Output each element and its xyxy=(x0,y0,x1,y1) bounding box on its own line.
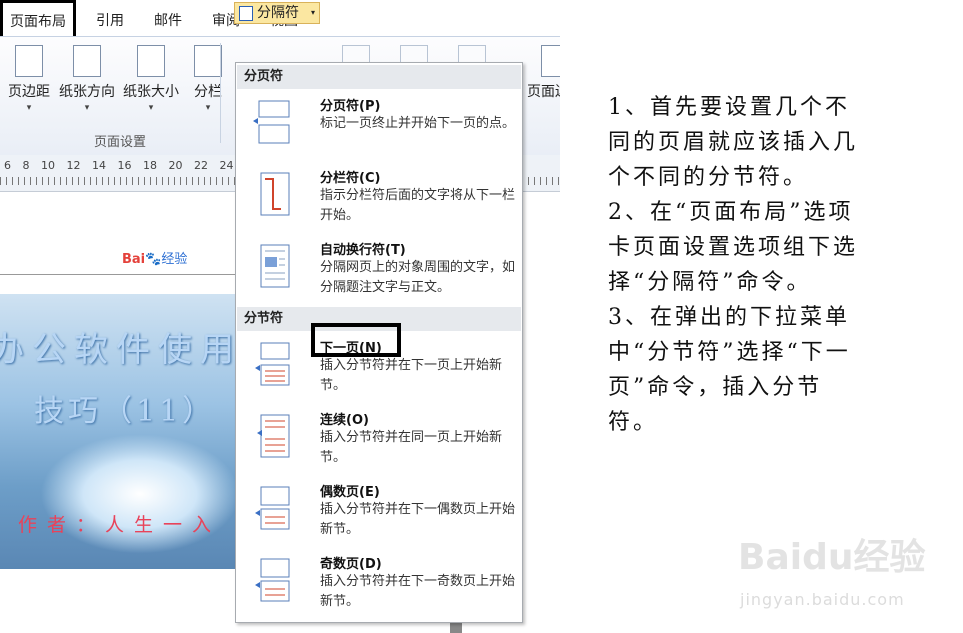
size-label: 纸张大小 xyxy=(123,84,179,100)
column-break-icon xyxy=(260,172,290,216)
even-page-icon xyxy=(255,486,290,530)
chevron-down-icon: ▾ xyxy=(148,103,154,113)
menu-item-title: 偶数页(E) xyxy=(320,485,380,500)
tab-page-layout[interactable]: 页面布局 xyxy=(0,0,76,40)
banner-author: 作者：人生一入 xyxy=(18,514,222,536)
section-header-page-breaks: 分页符 xyxy=(237,65,521,89)
menu-item-title: 连续(O) xyxy=(320,413,369,428)
menu-item-continuous[interactable]: 连续(O) 插入分节符并在同一页上开始新节。 xyxy=(237,405,521,475)
margins-button[interactable]: 页边距 ▾ xyxy=(6,45,52,113)
menu-item-title: 奇数页(D) xyxy=(320,557,382,572)
page-borders-button[interactable]: 页面边框 xyxy=(520,45,560,101)
logo-text: Bai xyxy=(122,252,146,267)
menu-item-desc: 插入分节符并在下一页上开始新节。 xyxy=(320,358,503,393)
next-page-icon xyxy=(255,342,290,386)
margins-label: 页边距 xyxy=(8,84,50,100)
size-button[interactable]: 纸张大小 ▾ xyxy=(120,45,182,113)
odd-page-icon xyxy=(255,558,290,602)
page-break-icon xyxy=(253,100,290,144)
step-1: 1、首先要设置几个不同的页眉就应该插入几个不同的分节符。 xyxy=(608,95,859,190)
menu-item-even-page[interactable]: 偶数页(E) 插入分节符并在下一偶数页上开始新节。 xyxy=(237,477,521,547)
group-label-page-setup: 页面设置 xyxy=(93,135,146,150)
orientation-label: 纸张方向 xyxy=(59,84,115,100)
menu-item-desc: 插入分节符并在下一偶数页上开始新节。 xyxy=(320,502,516,537)
paw-icon: 🐾 xyxy=(145,252,162,267)
chevron-down-icon: ▾ xyxy=(26,103,32,113)
tab-references[interactable]: 引用 xyxy=(96,10,124,30)
menu-item-title: 自动换行符(T) xyxy=(320,243,406,258)
step-2: 2、在“页面布局”选项卡页面设置选项组下选择“分隔符”命令。 xyxy=(608,200,859,295)
orientation-icon xyxy=(73,45,101,77)
step-3: 3、在弹出的下拉菜单中“分节符”选择“下一页”命令，插入分节符。 xyxy=(608,305,851,435)
menu-item-desc: 分隔网页上的对象周围的文字，如分隔题注文字与正文。 xyxy=(320,260,516,295)
page-borders-label: 页面边框 xyxy=(527,84,560,100)
menu-item-desc: 指示分栏符后面的文字将从下一栏开始。 xyxy=(320,188,516,223)
ruler-numbers: 6 8 10 12 14 16 18 20 22 24 26 xyxy=(4,159,259,172)
instruction-text: 1、首先要设置几个不同的页眉就应该插入几个不同的分节符。 2、在“页面布局”选项… xyxy=(608,90,868,440)
margins-icon xyxy=(15,45,43,77)
menu-item-text-wrapping[interactable]: 自动换行符(T) 分隔网页上的对象周围的文字，如分隔题注文字与正文。 xyxy=(237,235,521,305)
menu-item-title: 分页符(P) xyxy=(320,99,381,114)
menu-item-odd-page[interactable]: 奇数页(D) 插入分节符并在下一奇数页上开始新节。 xyxy=(237,549,521,619)
chevron-down-icon: ▾ xyxy=(84,103,90,113)
text-wrapping-icon xyxy=(260,244,290,288)
banner-title-line2: 技巧（11） xyxy=(34,394,217,429)
highlight-box xyxy=(311,323,401,357)
menu-item-desc: 插入分节符并在下一奇数页上开始新节。 xyxy=(320,574,516,609)
watermark-url: jingyan.baidu.com xyxy=(740,590,905,609)
columns-icon xyxy=(194,45,222,77)
columns-label: 分栏 xyxy=(194,84,222,100)
paper-size-icon xyxy=(137,45,165,77)
banner-title-line1: 办公软件使用技 xyxy=(0,330,235,370)
menu-item-page-break[interactable]: 分页符(P) 标记一页终止并开始下一页的点。 xyxy=(237,91,521,161)
menu-item-title: 分栏符(C) xyxy=(320,171,381,186)
header-divider xyxy=(0,274,235,275)
logo-text-blue: 经验 xyxy=(161,252,188,267)
breaks-icon xyxy=(239,6,253,21)
chevron-down-icon: ▾ xyxy=(310,8,315,17)
title-banner-image: 办公软件使用技 技巧（11） 作者：人生一入 xyxy=(0,294,235,569)
menu-item-desc: 插入分节符并在同一页上开始新节。 xyxy=(320,430,503,465)
breaks-button[interactable]: 分隔符 ▾ xyxy=(234,2,320,24)
menu-item-desc: 标记一页终止并开始下一页的点。 xyxy=(320,116,516,131)
baidu-logo: Bai🐾经验 xyxy=(122,248,187,267)
orientation-button[interactable]: 纸张方向 ▾ xyxy=(56,45,118,113)
continuous-icon xyxy=(257,414,290,458)
breaks-label: 分隔符 xyxy=(257,5,299,21)
ribbon-divider xyxy=(220,43,221,143)
tab-mailings[interactable]: 邮件 xyxy=(154,10,182,30)
page-border-icon xyxy=(541,45,560,77)
baidu-watermark: Baidu经验 xyxy=(738,537,926,578)
menu-item-column-break[interactable]: 分栏符(C) 指示分栏符后面的文字将从下一栏开始。 xyxy=(237,163,521,233)
